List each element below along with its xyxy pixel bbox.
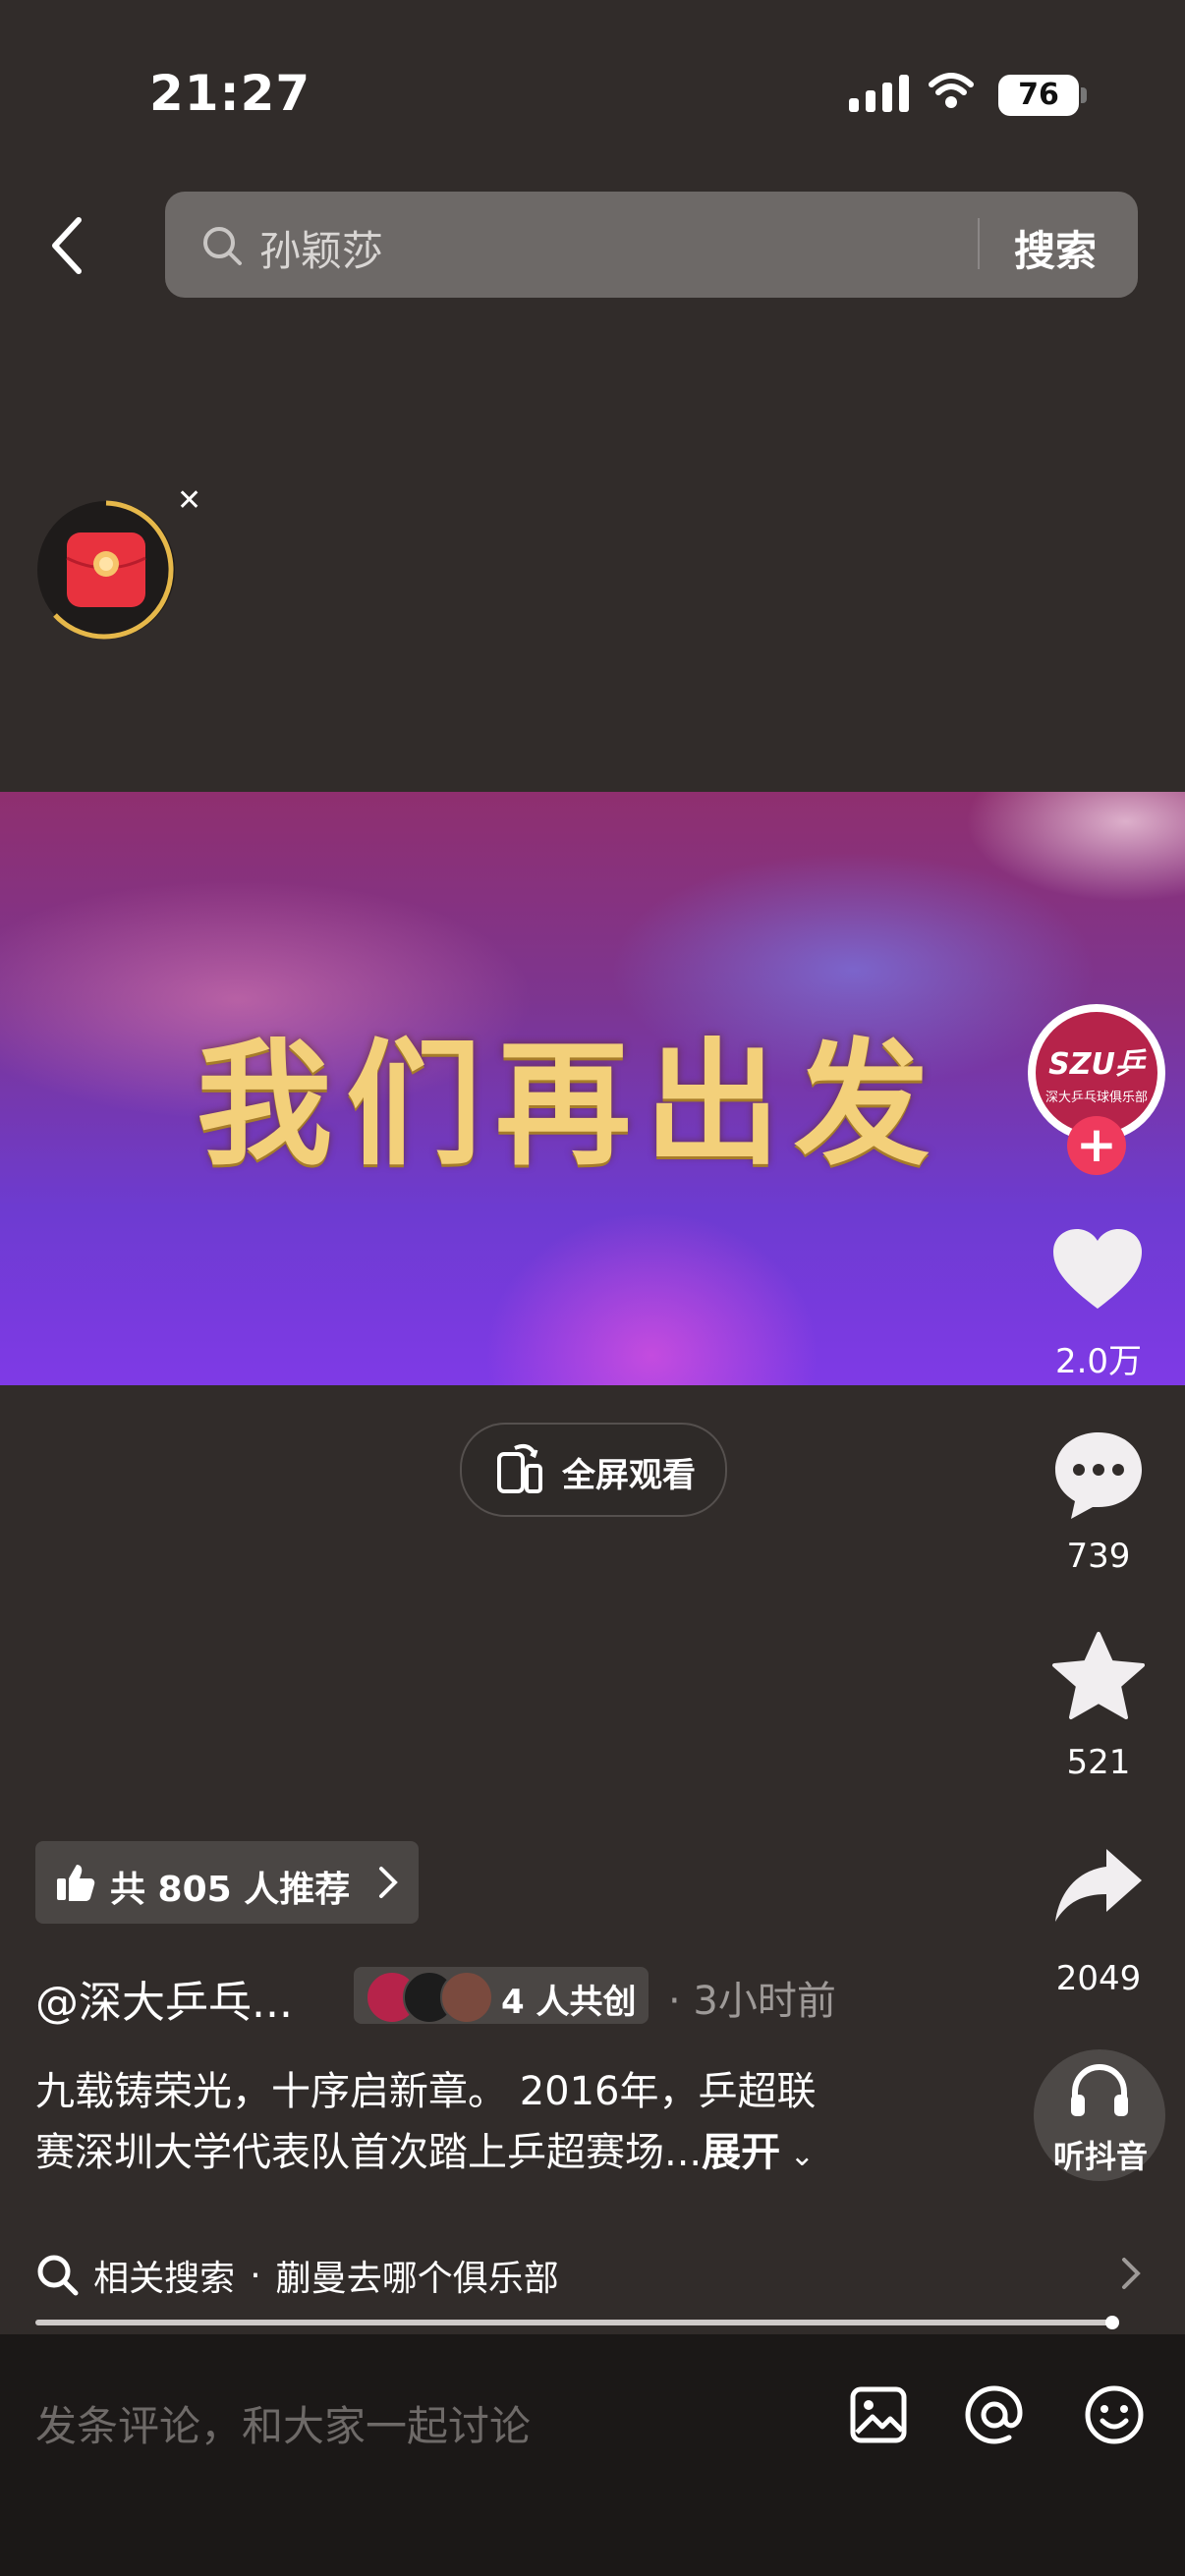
emoji-icon[interactable] bbox=[1083, 2383, 1146, 2450]
description-line: 赛深圳大学代表队首次踏上乒超赛场... bbox=[35, 2130, 703, 2175]
search-button[interactable]: 搜索 bbox=[1014, 218, 1097, 278]
author-logo-sub: 深大乒乓球俱乐部 bbox=[1044, 1091, 1148, 1105]
like-count: 2.0万 bbox=[1054, 1342, 1143, 1381]
heart-icon bbox=[1053, 1229, 1142, 1309]
thumbs-up-icon bbox=[55, 1863, 96, 1906]
comment-input[interactable]: 发条评论，和大家一起讨论 bbox=[35, 2393, 531, 2453]
share-count: 2049 bbox=[1055, 1959, 1142, 1998]
listen-label: 听抖音 bbox=[1052, 2138, 1148, 2175]
progress-handle[interactable] bbox=[1104, 2316, 1119, 2329]
favorite-count: 521 bbox=[1066, 1743, 1131, 1782]
search-icon bbox=[200, 224, 244, 271]
like-button[interactable] bbox=[1049, 1226, 1146, 1316]
rotate-screen-icon bbox=[493, 1440, 546, 1499]
search-icon bbox=[37, 2255, 79, 2296]
mention-icon[interactable] bbox=[963, 2383, 1026, 2450]
comment-icon bbox=[1055, 1432, 1142, 1519]
related-prefix: 相关搜索 bbox=[93, 2259, 236, 2299]
chevron-right-icon bbox=[1120, 2256, 1142, 2295]
star-icon bbox=[1052, 1632, 1145, 1719]
related-dot: · bbox=[250, 2255, 261, 2296]
description-line: 九载铸荣光，十序启新章。 2016年，乒超联 bbox=[35, 2069, 817, 2114]
chevron-right-icon bbox=[377, 1865, 399, 1904]
collab-avatar bbox=[440, 1971, 493, 2024]
comment-bar bbox=[0, 2334, 1185, 2576]
related-query: 蒯曼去哪个俱乐部 bbox=[275, 2259, 559, 2299]
status-time: 21:27 bbox=[149, 65, 311, 122]
comment-button[interactable] bbox=[1051, 1428, 1146, 1527]
wifi-icon bbox=[928, 71, 975, 114]
headphones-icon bbox=[1069, 2063, 1130, 2124]
fullscreen-label: 全屏观看 bbox=[562, 1456, 696, 1495]
author-name[interactable]: @深大乒乓... bbox=[35, 1967, 293, 2030]
chevron-left-icon bbox=[52, 217, 82, 274]
image-icon[interactable] bbox=[849, 2385, 908, 2448]
battery-cap bbox=[1081, 87, 1087, 103]
recommend-label: 共 805 人推荐 bbox=[110, 1870, 351, 1910]
related-search-link[interactable]: 相关搜索 · 蒯曼去哪个俱乐部 bbox=[35, 2250, 559, 2301]
chevron-down-icon: ⌄ bbox=[780, 2139, 815, 2173]
follow-button[interactable]: + bbox=[1067, 1116, 1126, 1175]
back-button[interactable] bbox=[47, 216, 86, 279]
post-description: 九载铸荣光，十序启新章。 2016年，乒超联 赛深圳大学代表队首次踏上乒超赛场.… bbox=[35, 2061, 920, 2187]
signal-icon bbox=[849, 75, 916, 112]
search-divider bbox=[978, 218, 980, 269]
comment-count: 739 bbox=[1066, 1537, 1131, 1576]
battery-icon: 76 bbox=[998, 75, 1079, 116]
progress-fill bbox=[35, 2320, 1112, 2325]
author-logo-text: SZU乒 bbox=[1048, 1047, 1145, 1082]
share-arrow-icon bbox=[1055, 1849, 1142, 1922]
search-input[interactable]: 孙颖莎 bbox=[259, 218, 383, 278]
share-button[interactable] bbox=[1053, 1847, 1144, 1930]
close-icon[interactable]: ✕ bbox=[177, 483, 201, 518]
expand-link[interactable]: 展开 bbox=[702, 2130, 780, 2175]
video-title-overlay: 我们再出发 bbox=[197, 1024, 944, 1184]
collab-label: 4 人共创 bbox=[501, 1983, 637, 2022]
favorite-button[interactable] bbox=[1051, 1631, 1146, 1725]
post-time: · 3小时前 bbox=[668, 1979, 836, 2024]
red-packet-widget[interactable] bbox=[35, 499, 177, 641]
